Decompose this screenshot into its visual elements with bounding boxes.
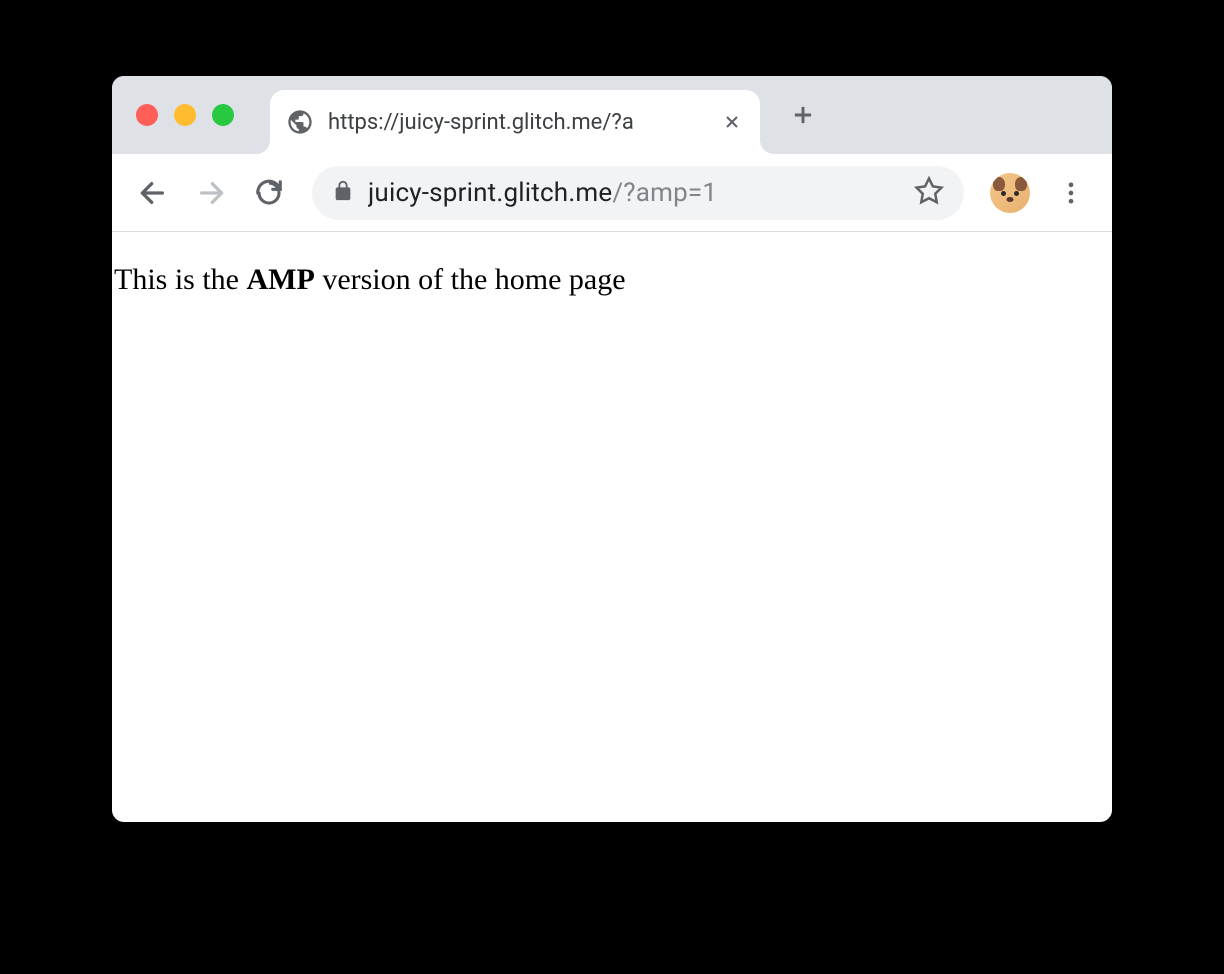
address-bar[interactable]: juicy-sprint.glitch.me/?amp=1 bbox=[312, 166, 964, 220]
minimize-window-button[interactable] bbox=[174, 104, 196, 126]
back-button[interactable] bbox=[130, 170, 176, 216]
page-text: This is the AMP version of the home page bbox=[112, 260, 1112, 299]
forward-button[interactable] bbox=[188, 170, 234, 216]
new-tab-button[interactable] bbox=[778, 90, 828, 140]
menu-button[interactable] bbox=[1048, 170, 1094, 216]
avatar-face bbox=[990, 173, 1030, 213]
tab-bar: https://juicy-sprint.glitch.me/?a bbox=[112, 76, 1112, 154]
close-window-button[interactable] bbox=[136, 104, 158, 126]
globe-icon bbox=[286, 108, 314, 136]
lock-icon bbox=[332, 180, 354, 206]
toolbar: juicy-sprint.glitch.me/?amp=1 bbox=[112, 154, 1112, 232]
tab-title: https://juicy-sprint.glitch.me/?a bbox=[328, 110, 706, 135]
text-bold: AMP bbox=[247, 263, 315, 296]
profile-avatar[interactable] bbox=[990, 173, 1030, 213]
text-suffix: version of the home page bbox=[315, 263, 626, 296]
browser-tab[interactable]: https://juicy-sprint.glitch.me/?a bbox=[270, 90, 760, 154]
bookmark-button[interactable] bbox=[914, 176, 944, 210]
browser-window: https://juicy-sprint.glitch.me/?a bbox=[112, 76, 1112, 822]
reload-button[interactable] bbox=[246, 170, 292, 216]
page-content: This is the AMP version of the home page bbox=[112, 232, 1112, 299]
text-prefix: This is the bbox=[114, 263, 247, 296]
close-tab-button[interactable] bbox=[720, 110, 744, 134]
url-text: juicy-sprint.glitch.me/?amp=1 bbox=[368, 178, 900, 208]
url-domain: juicy-sprint.glitch.me bbox=[368, 178, 612, 208]
url-query: /?amp=1 bbox=[612, 178, 717, 208]
window-controls bbox=[112, 104, 234, 126]
maximize-window-button[interactable] bbox=[212, 104, 234, 126]
